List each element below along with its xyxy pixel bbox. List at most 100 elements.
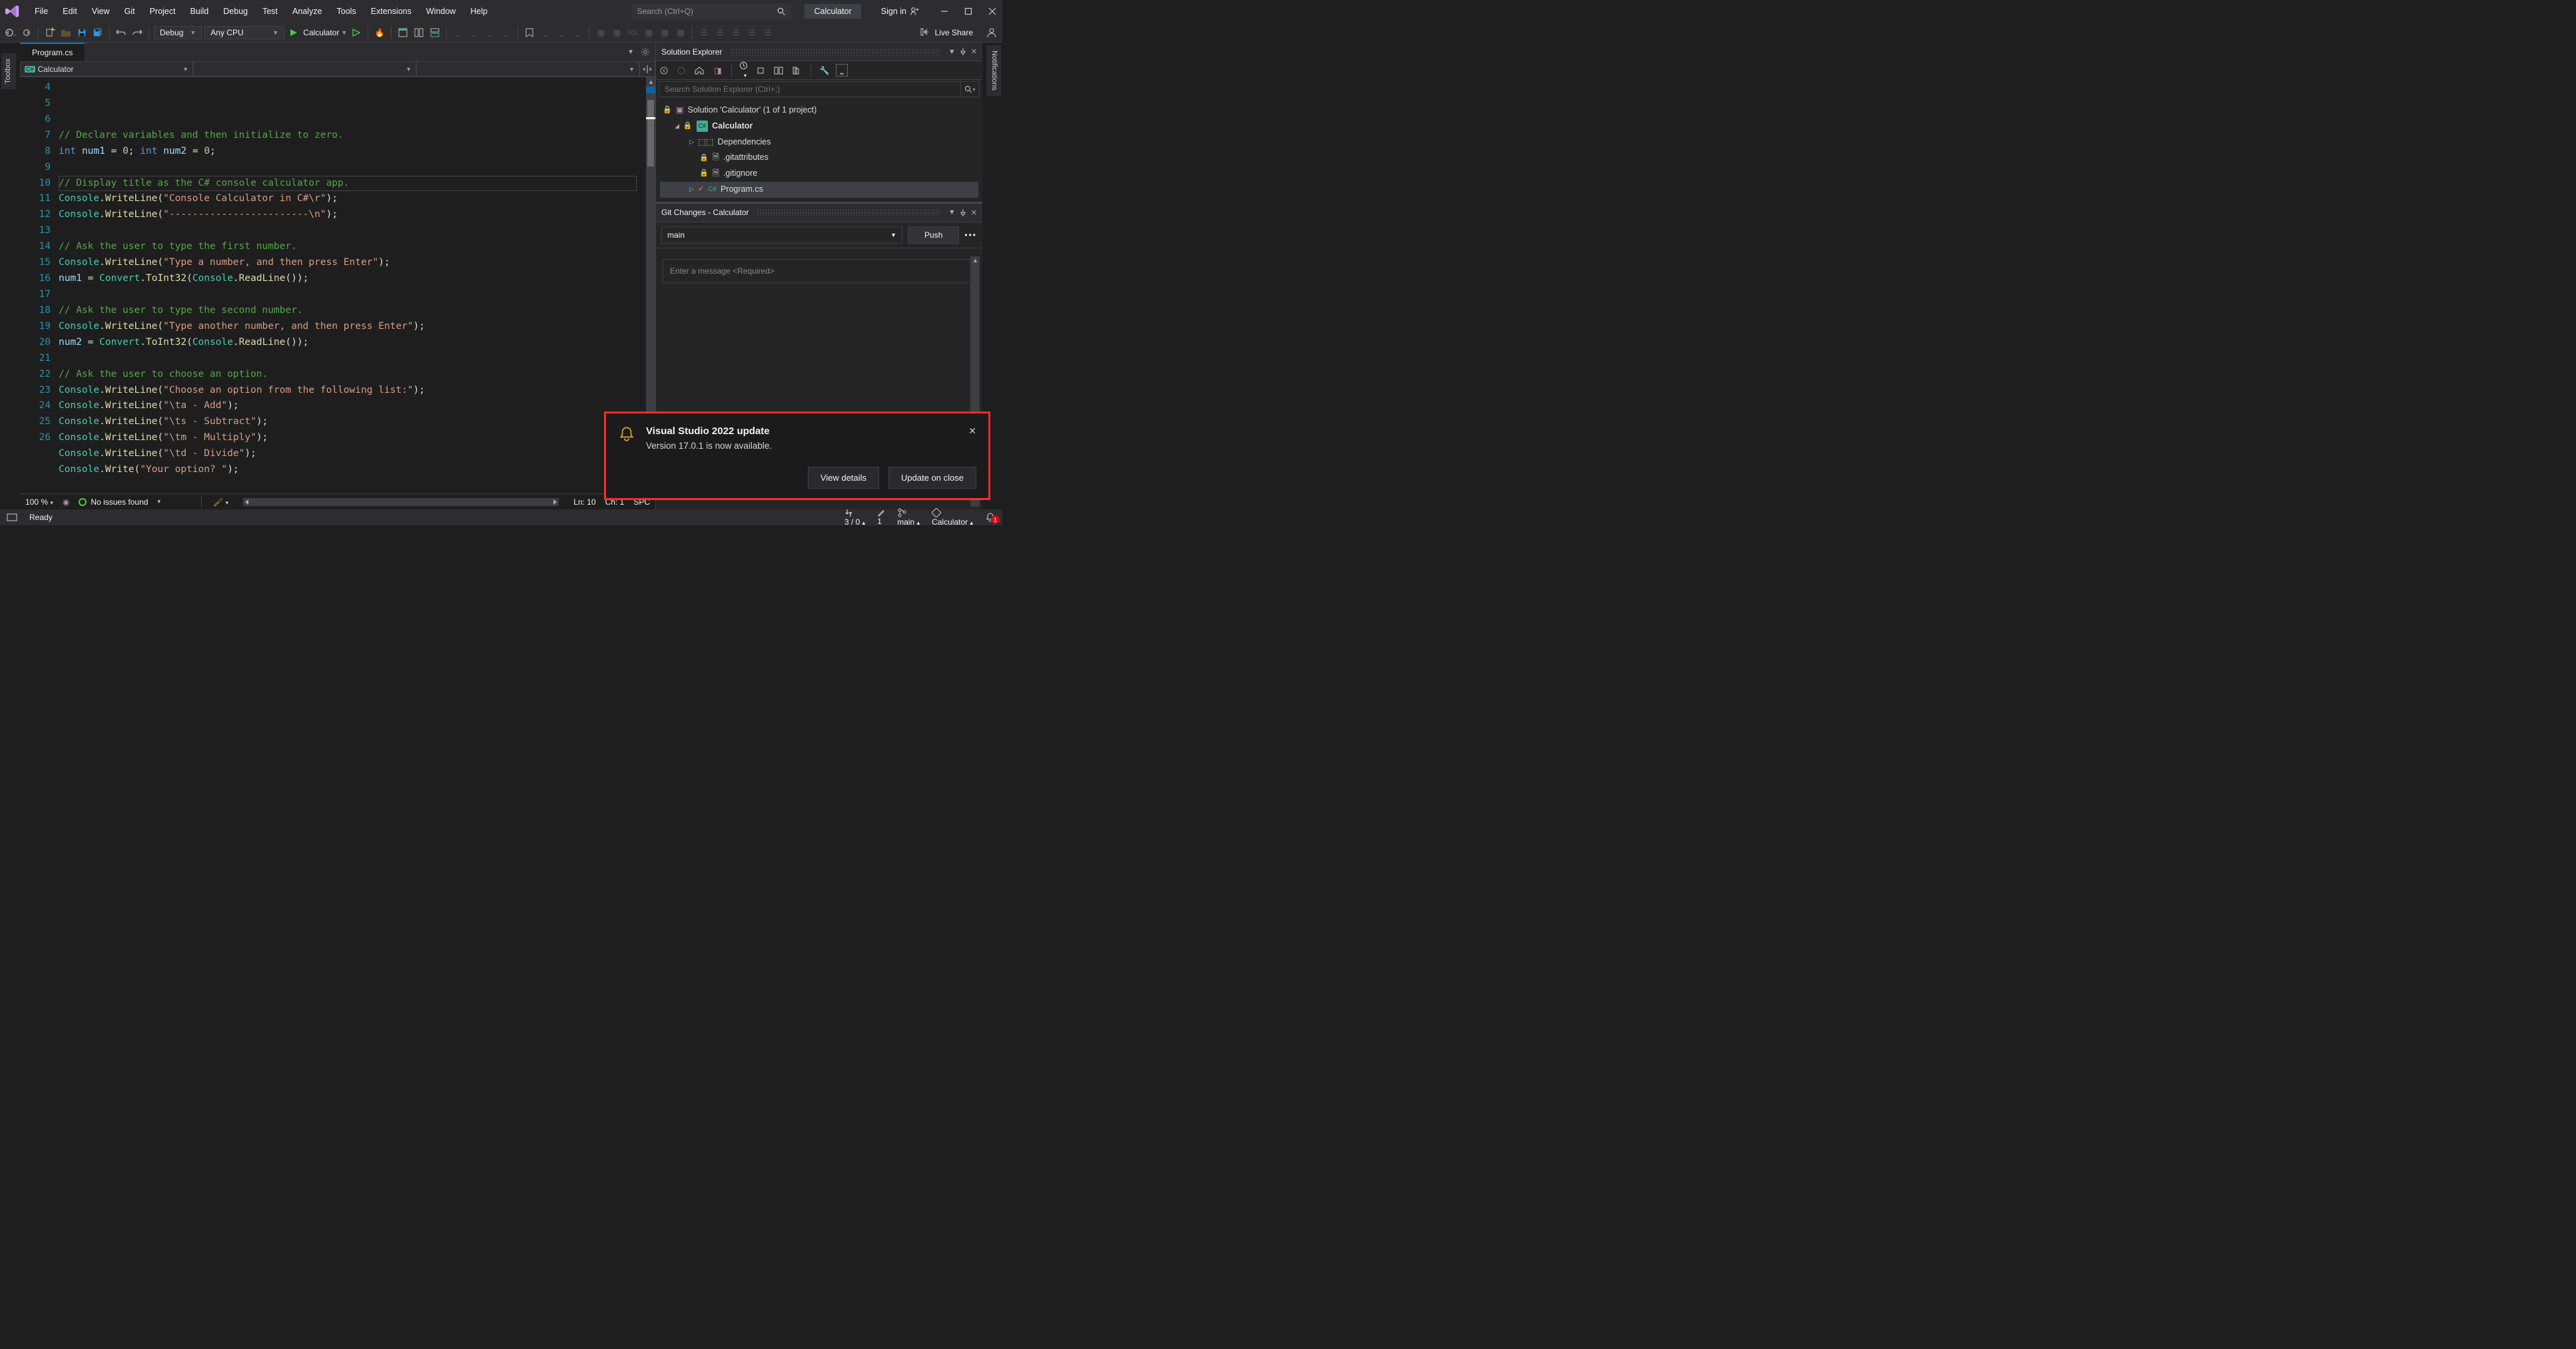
redo-icon[interactable] xyxy=(131,26,144,39)
close-panel-icon[interactable]: ✕ xyxy=(971,208,977,217)
menu-file[interactable]: File xyxy=(28,3,55,20)
list-icon-3: ☰ xyxy=(729,26,743,39)
start-target-dropdown[interactable]: Calculator▼ xyxy=(303,28,347,37)
branch-status[interactable]: main ▴ xyxy=(897,508,920,527)
cs-project-icon: C# xyxy=(697,121,709,132)
live-share-icon[interactable] xyxy=(919,26,932,39)
file-tab-program[interactable]: Program.cs xyxy=(20,43,85,61)
menu-analyze[interactable]: Analyze xyxy=(286,3,328,20)
notifications-bell[interactable]: 1 xyxy=(985,512,996,523)
code-editor[interactable]: 4567891011121314151617181920212223242526… xyxy=(20,77,655,493)
scroll-up-icon[interactable]: ▲ xyxy=(648,79,654,85)
config-dropdown[interactable]: Debug▼ xyxy=(154,26,202,39)
solution-search[interactable]: ▾ xyxy=(659,81,980,97)
live-share-label[interactable]: Live Share xyxy=(935,28,973,37)
undo-icon[interactable] xyxy=(115,26,128,39)
commit-message-input[interactable]: Enter a message <Required> xyxy=(663,259,976,283)
view-details-button[interactable]: View details xyxy=(808,467,879,489)
pending-changes[interactable]: 1 xyxy=(877,509,885,526)
layout-icon-2[interactable] xyxy=(412,26,426,39)
push-button[interactable]: Push xyxy=(908,226,959,244)
maximize-button[interactable] xyxy=(964,7,973,16)
preview-icon[interactable]: ⎵ xyxy=(836,64,848,77)
layout-icon-3[interactable] xyxy=(428,26,442,39)
menu-build[interactable]: Build xyxy=(183,3,215,20)
menu-debug[interactable]: Debug xyxy=(216,3,254,20)
panel-menu-icon[interactable]: ▼ xyxy=(948,208,956,216)
gitattributes-node[interactable]: 🔒 🗎 .gitattributes xyxy=(660,150,978,166)
branch-dropdown[interactable]: main ▼ xyxy=(661,226,902,244)
zoom-level[interactable]: 100 % ▾ xyxy=(25,497,53,507)
nav-project-dropdown[interactable]: C# Calculator▼ xyxy=(20,61,193,77)
back-icon[interactable] xyxy=(660,67,672,75)
start-no-debug-icon[interactable] xyxy=(350,26,363,39)
history-icon[interactable]: ▾ xyxy=(739,61,751,79)
solution-tree[interactable]: 🔒 ▣ Solution 'Calculator' (1 of 1 projec… xyxy=(656,99,982,202)
show-all-icon[interactable] xyxy=(774,67,786,75)
menu-test[interactable]: Test xyxy=(256,3,284,20)
collapse-all-icon[interactable] xyxy=(791,67,803,75)
layout-icon-1[interactable] xyxy=(396,26,410,39)
horizontal-scrollbar[interactable] xyxy=(243,498,559,506)
sync-icon[interactable] xyxy=(757,67,769,75)
search-icon[interactable]: ▾ xyxy=(960,82,979,97)
more-options-icon[interactable]: ••• xyxy=(964,230,977,240)
issues-indicator[interactable]: No issues found xyxy=(79,497,148,507)
sign-in-button[interactable]: Sign in xyxy=(881,7,920,16)
output-target[interactable]: Calculator ▴ xyxy=(932,508,973,527)
search-box[interactable]: Search (Ctrl+Q) xyxy=(631,3,791,19)
start-button[interactable] xyxy=(287,26,300,39)
menu-tools[interactable]: Tools xyxy=(330,3,363,20)
app-name: Calculator xyxy=(805,4,860,19)
menu-edit[interactable]: Edit xyxy=(56,3,84,20)
list-icon-4: ☰ xyxy=(745,26,759,39)
platform-dropdown[interactable]: Any CPU▼ xyxy=(204,26,284,39)
back-dropdown-icon[interactable] xyxy=(4,26,17,39)
panel-menu-icon[interactable]: ▼ xyxy=(948,48,956,56)
brush-icon[interactable]: 🖌 ▾ xyxy=(213,497,228,507)
menu-extensions[interactable]: Extensions xyxy=(364,3,418,20)
update-on-close-button[interactable]: Update on close xyxy=(888,467,976,489)
pin-icon[interactable] xyxy=(960,48,967,55)
bookmark-icon[interactable] xyxy=(523,26,536,39)
code-text[interactable]: // Declare variables and then initialize… xyxy=(59,77,646,493)
split-editor-button[interactable] xyxy=(639,61,655,77)
switch-view-icon[interactable]: ◨ xyxy=(712,66,724,75)
properties-icon[interactable]: 🔧 xyxy=(818,66,830,75)
expand-icon[interactable]: ◢ xyxy=(675,121,679,132)
solution-node[interactable]: 🔒 ▣ Solution 'Calculator' (1 of 1 projec… xyxy=(660,103,978,119)
menu-window[interactable]: Window xyxy=(420,3,462,20)
close-panel-icon[interactable]: ✕ xyxy=(971,47,977,56)
pin-icon[interactable] xyxy=(960,209,967,216)
account-icon[interactable] xyxy=(985,26,998,39)
minimize-button[interactable] xyxy=(940,7,949,16)
close-button[interactable] xyxy=(988,7,997,16)
gitignore-node[interactable]: 🔒 🗎 .gitignore xyxy=(660,166,978,182)
dependencies-node[interactable]: ▷ ⬚⬚ Dependencies xyxy=(660,135,978,150)
nav-member-dropdown[interactable]: ▼ xyxy=(416,61,639,77)
project-node[interactable]: ◢ 🔒 C# Calculator xyxy=(660,119,978,135)
intellicode-icon[interactable]: ◉ xyxy=(63,497,69,507)
menu-view[interactable]: View xyxy=(85,3,117,20)
output-icon[interactable] xyxy=(7,513,17,521)
menu-project[interactable]: Project xyxy=(143,3,182,20)
save-all-icon[interactable] xyxy=(91,26,105,39)
scroll-marker xyxy=(646,87,655,93)
save-icon[interactable] xyxy=(75,26,89,39)
menu-help[interactable]: Help xyxy=(464,3,494,20)
new-file-icon[interactable] xyxy=(43,26,57,39)
solution-search-input[interactable] xyxy=(659,82,960,97)
tab-dropdown-icon[interactable]: ▼ xyxy=(627,49,634,56)
open-folder-icon[interactable] xyxy=(59,26,73,39)
expand-icon[interactable]: ▷ xyxy=(689,184,694,195)
program-cs-node[interactable]: ▷ ✔ C# Program.cs xyxy=(660,182,978,198)
sync-status[interactable]: 3 / 0 ▴ xyxy=(844,509,865,527)
gear-icon[interactable] xyxy=(641,47,650,57)
home-icon[interactable] xyxy=(695,67,707,75)
nav-class-dropdown[interactable]: ▼ xyxy=(193,61,416,77)
toast-close-button[interactable]: ✕ xyxy=(968,425,976,437)
expand-icon[interactable]: ▷ xyxy=(689,136,694,148)
menu-git[interactable]: Git xyxy=(118,3,142,20)
scroll-thumb[interactable] xyxy=(647,100,654,166)
forward-icon[interactable] xyxy=(20,26,33,39)
